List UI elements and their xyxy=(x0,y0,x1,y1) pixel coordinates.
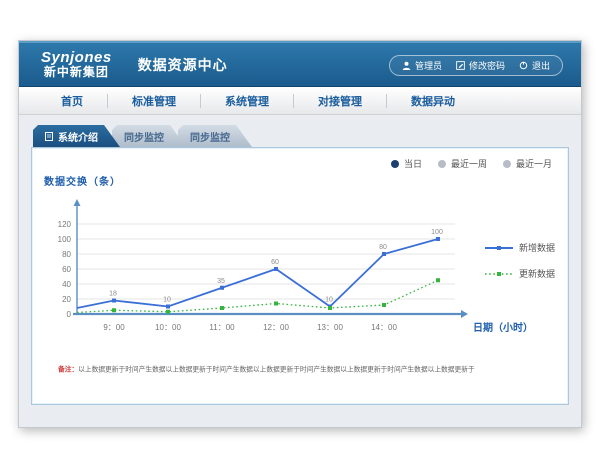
svg-text:14：00: 14：00 xyxy=(371,323,397,332)
svg-text:10：00: 10：00 xyxy=(155,323,181,332)
logout-button[interactable]: 退出 xyxy=(519,59,550,72)
document-icon xyxy=(45,132,53,141)
brand-logo-cn: 新中新集团 xyxy=(41,66,112,79)
radio-label: 当日 xyxy=(404,157,422,170)
svg-text:更新数据: 更新数据 xyxy=(519,268,555,279)
radio-label: 最近一周 xyxy=(451,157,487,170)
tab-label: 同步监控 xyxy=(190,129,230,144)
header: Synjones 新中新集团 数据资源中心 管理员 修改密码 退出 xyxy=(19,41,581,87)
current-user-label: 管理员 xyxy=(415,59,442,72)
svg-text:10: 10 xyxy=(325,297,333,304)
nav-item-system-mgmt[interactable]: 系统管理 xyxy=(201,93,293,109)
radio-unselected-icon xyxy=(503,160,511,168)
tab-bar: 系统介绍 同步监控 同步监控 xyxy=(33,125,569,147)
radio-unselected-icon xyxy=(438,160,446,168)
tab-label: 同步监控 xyxy=(124,129,164,144)
svg-text:60: 60 xyxy=(271,259,279,266)
nav-item-data-change[interactable]: 数据异动 xyxy=(387,93,479,109)
tab-sync-monitor-2[interactable]: 同步监控 xyxy=(178,125,252,147)
svg-text:20: 20 xyxy=(62,295,71,304)
footnote: 备注：以上数据更新于时间产生数据以上数据更新于时间产生数据以上数据更新于时间产生… xyxy=(58,365,475,374)
user-icon xyxy=(402,61,411,70)
range-filter: 当日 最近一周 最近一月 xyxy=(391,157,552,170)
svg-text:10: 10 xyxy=(163,297,171,304)
brand-logo: Synjones 新中新集团 xyxy=(41,50,112,78)
svg-text:新增数据: 新增数据 xyxy=(519,242,555,253)
radio-last-month[interactable]: 最近一月 xyxy=(503,157,552,170)
svg-text:0: 0 xyxy=(67,310,72,319)
svg-text:12：00: 12：00 xyxy=(263,323,289,332)
power-icon xyxy=(519,61,528,70)
tab-label: 系统介绍 xyxy=(58,129,98,144)
nav-item-interface-mgmt[interactable]: 对接管理 xyxy=(294,93,386,109)
svg-text:60: 60 xyxy=(62,265,71,274)
svg-text:13：00: 13：00 xyxy=(317,323,343,332)
page-title: 数据资源中心 xyxy=(138,55,228,75)
svg-text:80: 80 xyxy=(379,244,387,251)
logout-label: 退出 xyxy=(532,59,550,72)
svg-text:40: 40 xyxy=(62,280,71,289)
main-nav: 首页 标准管理 系统管理 对接管理 数据异动 xyxy=(19,87,581,115)
radio-label: 最近一月 xyxy=(516,157,552,170)
chart-panel: 当日 最近一周 最近一月 数据交换（条） 0 20 40 60 80 100 120 9：00… xyxy=(31,147,569,405)
change-password-label: 修改密码 xyxy=(469,59,505,72)
current-user-button[interactable]: 管理员 xyxy=(402,59,442,72)
tab-sync-monitor-1[interactable]: 同步监控 xyxy=(112,125,186,147)
svg-text:11：00: 11：00 xyxy=(209,323,235,332)
svg-text:100: 100 xyxy=(431,229,443,236)
footnote-text: 以上数据更新于时间产生数据以上数据更新于时间产生数据以上数据更新于时间产生数据以… xyxy=(78,366,474,374)
line-chart: 0 20 40 60 80 100 120 9：00 10：00 11：00 12：00 13：00 1… xyxy=(33,190,569,365)
radio-selected-icon xyxy=(391,160,399,168)
edit-pencil-icon xyxy=(456,61,465,70)
svg-text:100: 100 xyxy=(58,235,72,244)
svg-text:日期（小时）: 日期（小时） xyxy=(473,321,533,334)
radio-today[interactable]: 当日 xyxy=(391,157,422,170)
brand-logo-en: Synjones xyxy=(41,50,112,66)
footnote-prefix: 备注： xyxy=(58,366,78,374)
app-window: Synjones 新中新集团 数据资源中心 管理员 修改密码 退出 首页 标准管… xyxy=(18,40,582,428)
nav-item-home[interactable]: 首页 xyxy=(37,93,107,109)
user-toolbar: 管理员 修改密码 退出 xyxy=(389,55,563,76)
tab-system-intro[interactable]: 系统介绍 xyxy=(33,125,120,147)
y-axis-title: 数据交换（条） xyxy=(44,173,121,188)
svg-text:120: 120 xyxy=(58,220,72,229)
svg-text:9：00: 9：00 xyxy=(103,323,125,332)
svg-text:35: 35 xyxy=(217,278,225,285)
nav-item-standard-mgmt[interactable]: 标准管理 xyxy=(108,93,200,109)
change-password-button[interactable]: 修改密码 xyxy=(456,59,505,72)
content-area: 系统介绍 同步监控 同步监控 当日 最近一周 xyxy=(19,115,581,405)
radio-last-week[interactable]: 最近一周 xyxy=(438,157,487,170)
svg-text:18: 18 xyxy=(109,291,117,298)
svg-text:80: 80 xyxy=(62,250,71,259)
